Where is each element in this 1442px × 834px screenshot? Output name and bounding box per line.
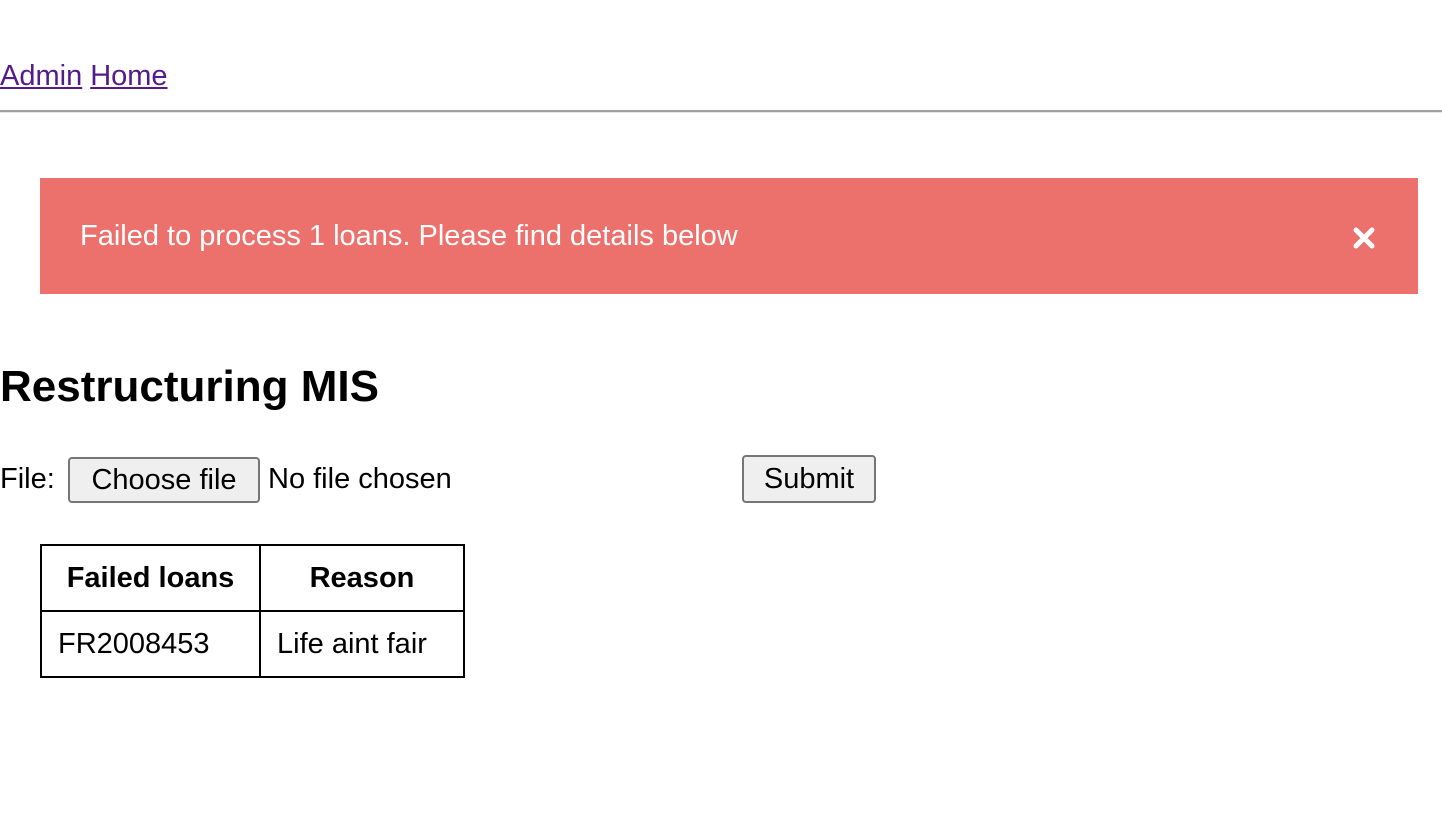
choose-file-button[interactable]: Choose file <box>68 457 260 503</box>
file-status: No file chosen <box>268 463 452 495</box>
close-icon[interactable] <box>1350 224 1378 252</box>
table-header-row: Failed loans Reason <box>40 544 465 612</box>
reason-cell: Life aint fair <box>259 610 465 678</box>
top-nav: Admin Home <box>0 58 168 94</box>
file-label: File: <box>0 463 55 495</box>
alert-message: Failed to process 1 loans. Please find d… <box>80 220 738 252</box>
loan-id-cell: FR2008453 <box>40 610 261 678</box>
page-title: Restructuring MIS <box>0 362 379 411</box>
table-row: FR2008453 Life aint fair <box>40 610 465 678</box>
error-alert: Failed to process 1 loans. Please find d… <box>40 178 1418 294</box>
divider <box>0 110 1442 113</box>
nav-link-home[interactable]: Home <box>90 60 167 92</box>
header-failed-loans: Failed loans <box>40 544 261 612</box>
header-reason: Reason <box>259 544 465 612</box>
nav-link-admin[interactable]: Admin <box>0 60 82 92</box>
submit-button[interactable]: Submit <box>742 455 876 503</box>
upload-form: File: Choose file No file chosen Submit <box>0 455 900 503</box>
failed-loans-table: Failed loans Reason FR2008453 Life aint … <box>40 544 465 678</box>
